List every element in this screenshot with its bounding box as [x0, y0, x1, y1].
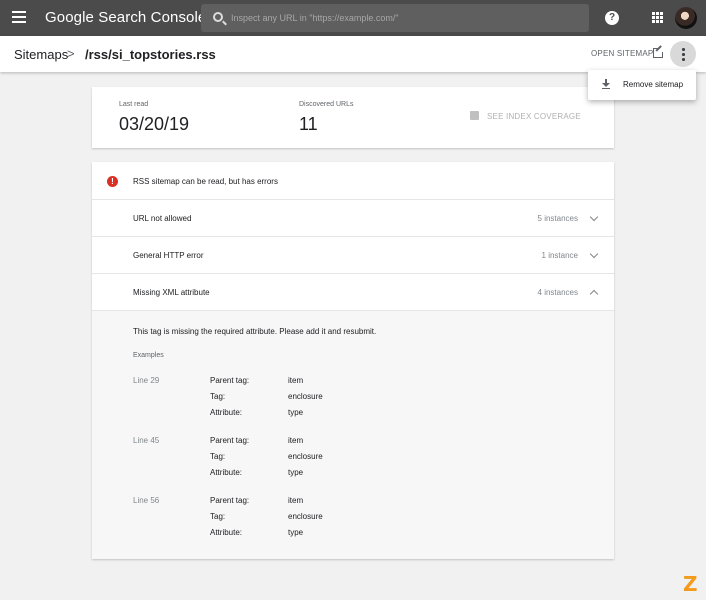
- chevron-up-icon[interactable]: [589, 289, 599, 299]
- parent-tag-key: Parent tag:: [210, 376, 250, 385]
- sitemap-errors-card: ! RSS sitemap can be read, but has error…: [92, 162, 614, 559]
- error-icon: !: [107, 176, 118, 187]
- last-read-value: 03/20/19: [119, 114, 190, 134]
- parent-tag-value: item: [288, 496, 304, 505]
- tag-key: Tag:: [210, 512, 226, 521]
- chart-icon: [470, 111, 479, 120]
- parent-tag-key: Parent tag:: [210, 436, 250, 445]
- help-icon[interactable]: ?: [605, 11, 619, 25]
- chevron-down-icon[interactable]: [589, 249, 599, 259]
- error-description: This tag is missing the required attribu…: [133, 327, 377, 336]
- examples-heading: Examples: [133, 352, 164, 359]
- url-inspection-search[interactable]: [201, 4, 589, 32]
- overflow-menu: Remove sitemap: [588, 70, 696, 100]
- example-entry: Line 29 Parent tag: item Tag: enclosure …: [92, 376, 614, 424]
- parent-tag-value: item: [288, 376, 304, 385]
- example-entry: Line 56 Parent tag: item Tag: enclosure …: [92, 496, 614, 544]
- tag-value: enclosure: [288, 512, 323, 521]
- attribute-key: Attribute:: [210, 408, 243, 417]
- attribute-key: Attribute:: [210, 468, 243, 477]
- watermark-logo: Z: [683, 572, 698, 596]
- attribute-value: type: [288, 528, 304, 537]
- parent-tag-key: Parent tag:: [210, 496, 250, 505]
- download-icon: [602, 79, 610, 89]
- error-detail-panel: This tag is missing the required attribu…: [92, 311, 614, 559]
- last-read-label: Last read: [119, 101, 149, 108]
- tag-value: enclosure: [288, 392, 323, 401]
- discovered-urls-value: 11: [299, 114, 318, 134]
- error-row-url-not-allowed[interactable]: URL not allowed 5 instances: [92, 200, 614, 237]
- open-sitemap-button[interactable]: OPEN SITEMAP: [591, 49, 653, 58]
- see-index-coverage-button[interactable]: SEE INDEX COVERAGE: [487, 112, 581, 121]
- tag-key: Tag:: [210, 452, 226, 461]
- tag-value: enclosure: [288, 452, 323, 461]
- hamburger-menu-icon[interactable]: [12, 11, 26, 23]
- instance-count: 4 instances: [537, 288, 578, 297]
- error-row-general-http-error[interactable]: General HTTP error 1 instance: [92, 237, 614, 274]
- sitemap-stats-card: Last read 03/20/19 Discovered URLs 11 SE…: [92, 87, 614, 148]
- avatar[interactable]: [675, 7, 697, 29]
- breadcrumb-sitemaps[interactable]: Sitemaps: [14, 47, 68, 62]
- error-row-missing-xml-attribute[interactable]: Missing XML attribute 4 instances: [92, 274, 614, 311]
- error-type-label: Missing XML attribute: [133, 288, 210, 297]
- attribute-value: type: [288, 408, 304, 417]
- error-summary: ! RSS sitemap can be read, but has error…: [92, 162, 614, 200]
- more-options-button[interactable]: [670, 41, 696, 67]
- app-logo[interactable]: Google Search Console: [45, 9, 206, 26]
- example-line-number: Line 56: [133, 496, 160, 505]
- instance-count: 5 instances: [537, 214, 578, 223]
- open-in-new-icon[interactable]: [653, 46, 665, 58]
- search-icon: [213, 12, 223, 22]
- parent-tag-value: item: [288, 436, 304, 445]
- example-entry: Line 45 Parent tag: item Tag: enclosure …: [92, 436, 614, 484]
- breadcrumb-separator: >: [67, 46, 75, 61]
- attribute-value: type: [288, 468, 304, 477]
- search-input[interactable]: [231, 8, 571, 28]
- error-summary-title: RSS sitemap can be read, but has errors: [133, 177, 278, 186]
- example-line-number: Line 29: [133, 376, 160, 385]
- tag-key: Tag:: [210, 392, 226, 401]
- apps-grid-icon[interactable]: [652, 12, 663, 23]
- top-app-bar: Google Search Console ?: [0, 0, 706, 36]
- instance-count: 1 instance: [541, 251, 578, 260]
- error-type-label: URL not allowed: [133, 214, 192, 223]
- chevron-down-icon[interactable]: [589, 212, 599, 222]
- discovered-urls-label: Discovered URLs: [299, 101, 354, 108]
- error-type-label: General HTTP error: [133, 251, 204, 260]
- attribute-key: Attribute:: [210, 528, 243, 537]
- page-header: Sitemaps > /rss/si_topstories.rss OPEN S…: [0, 36, 706, 72]
- page-title: /rss/si_topstories.rss: [85, 47, 216, 62]
- remove-sitemap-menu-item[interactable]: Remove sitemap: [623, 80, 683, 89]
- example-line-number: Line 45: [133, 436, 160, 445]
